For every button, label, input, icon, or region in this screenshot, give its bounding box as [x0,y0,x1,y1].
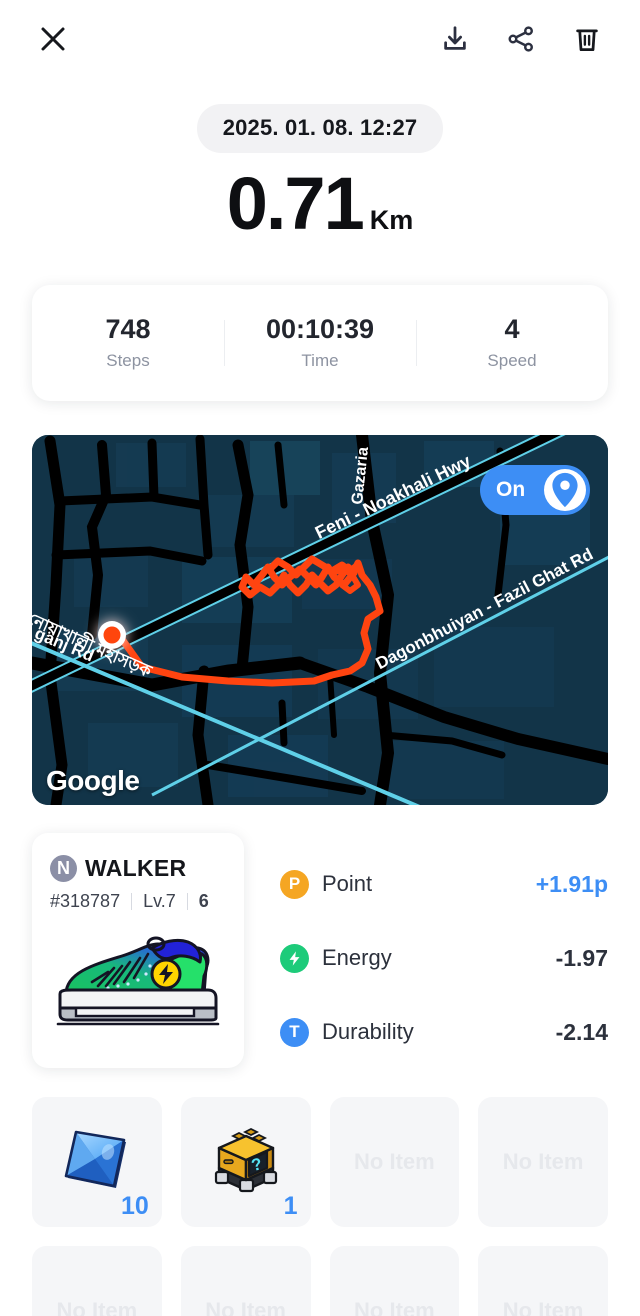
item-count: 10 [120,1192,149,1220]
google-attribution: Google [46,765,140,796]
sneaker-icon [56,936,220,1026]
gps-toggle[interactable]: On [480,465,590,515]
stat-steps: 748 Steps [32,313,224,372]
gps-toggle-label: On [496,478,526,501]
empty-slot-label: No Item [205,1298,286,1316]
share-icon [508,26,533,52]
attribute-value: -2.14 [555,1018,608,1045]
stat-value: 4 [504,313,520,344]
attribute-value: -1.97 [555,944,608,971]
download-button[interactable] [432,16,478,62]
gps-toggle-knob [544,469,586,511]
stats-card: 748 Steps 00:10:39 Time 4 Speed [32,285,608,401]
attribute-durability: T Durability -2.14 [280,995,608,1069]
energy-icon [280,943,309,973]
meta-divider [131,893,133,910]
stat-label: Time [301,351,339,371]
point-icon: P [280,869,309,899]
item-slot-empty: No Item [329,1097,460,1227]
attribute-value: +1.91p [535,870,608,897]
walker-level: Lv.7 [143,891,176,911]
empty-slot-label: No Item [502,1149,584,1174]
walker-name: WALKER [85,855,187,881]
meta-divider [186,893,188,910]
bolt-icon [289,950,300,966]
distance-unit: Km [369,205,414,235]
stat-label: Steps [106,351,150,371]
item-slot-empty: No Item [478,1246,608,1316]
item-slot-empty: No Item [478,1097,608,1227]
walker-id: #318787 [50,891,121,911]
diamond-glyph [64,1130,126,1188]
download-icon [444,26,466,50]
attributes-list: P Point +1.91p Energy -1.97 T Durability… [244,833,608,1069]
stat-value: 748 [105,313,151,344]
empty-slot-label: No Item [354,1298,435,1316]
route-map[interactable]: Feni - Noakhali Hwy Dagonbhuiyan - Fazil… [32,435,608,805]
distance-value: 0.71 [226,162,365,245]
item-count: 1 [283,1192,298,1220]
record-datetime: 2025. 01. 08. 12:27 [196,104,444,153]
item-slot-empty: No Item [32,1246,162,1316]
diamond-icon [60,1122,134,1196]
empty-slot-label: No Item [354,1149,435,1174]
stat-value: 00:10:39 [265,313,375,344]
mystery-box-icon: ? [207,1120,285,1198]
stat-time: 00:10:39 Time [224,313,416,372]
walker-section: N WALKER #318787 Lv.7 6 P Point +1.91p E… [32,833,608,1069]
walker-gender: 6 [198,891,209,911]
stat-label: Speed [487,351,537,371]
close-icon [41,27,65,51]
empty-slot-label: No Item [56,1298,138,1316]
stat-speed: 4 Speed [416,313,608,372]
walker-meta-row: #318787 Lv.7 6 [50,891,226,912]
share-button[interactable] [498,16,544,62]
date-pill-wrapper: 2025. 01. 08. 12:27 [0,104,640,153]
item-slot-empty: No Item [180,1246,311,1316]
walker-shoe [50,928,226,1028]
item-slot-diamond[interactable]: 10 [32,1097,162,1227]
walker-brand-icon: N [50,855,77,882]
item-slot-mystery-box[interactable]: ? 1 [180,1097,311,1227]
durability-icon: T [280,1017,309,1047]
delete-button[interactable] [564,16,610,62]
mystery-box-glyph: ? [214,1127,277,1193]
walker-title-row: N WALKER [50,855,226,882]
trash-icon [576,29,598,51]
attribute-point: P Point +1.91p [280,847,608,921]
walker-card[interactable]: N WALKER #318787 Lv.7 6 [32,833,244,1068]
item-grid: 10 ? 1 No Item No Item No Item No Item N… [32,1097,608,1316]
attribute-label: Energy [322,945,392,970]
top-toolbar [0,0,640,78]
attribute-energy: Energy -1.97 [280,921,608,995]
distance-display: 0.71 Km [0,167,640,241]
attribute-label: Point [322,871,373,896]
attribute-label: Durability [322,1019,414,1044]
location-pin-icon [552,472,578,508]
empty-slot-label: No Item [502,1298,584,1316]
close-button[interactable] [30,16,76,62]
item-slot-empty: No Item [329,1246,460,1316]
